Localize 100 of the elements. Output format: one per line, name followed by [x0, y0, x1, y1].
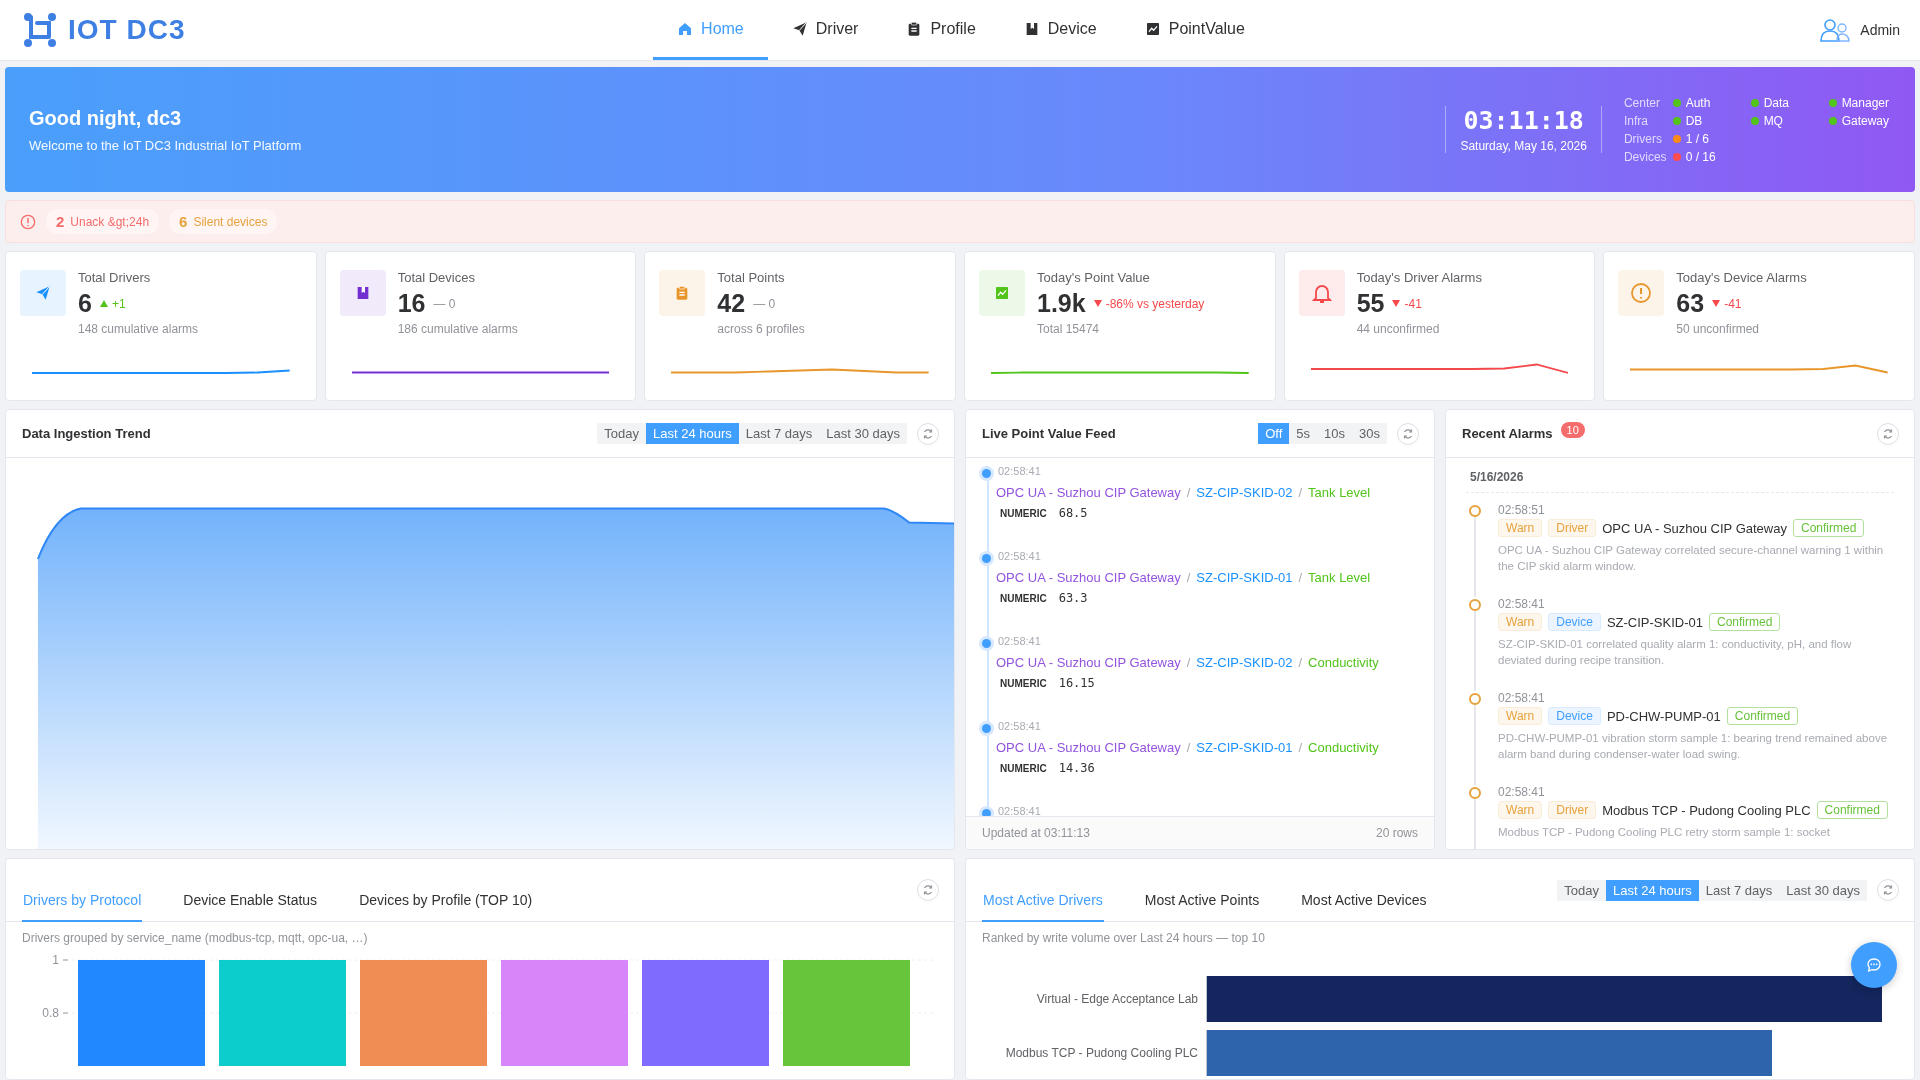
value-type: NUMERIC	[1000, 507, 1047, 519]
down-arrow-icon	[1392, 300, 1401, 307]
device-link[interactable]: SZ-CIP-SKID-02	[1196, 485, 1293, 500]
refresh-icon	[1882, 884, 1894, 896]
line-chart-icon	[1144, 20, 1161, 37]
range-option[interactable]: Today	[597, 423, 646, 444]
alarm-time: 02:58:41	[1498, 597, 1546, 611]
refresh-button[interactable]	[917, 879, 939, 901]
card-note: 148 cumulative alarms	[78, 322, 199, 336]
alarm-time: 02:58:41	[1498, 691, 1546, 705]
refresh-button[interactable]	[1397, 422, 1419, 445]
alarm-source: PD-CHW-PUMP-01	[1606, 708, 1721, 724]
source-tag: Driver	[1548, 519, 1597, 537]
alarm-source: Modbus TCP - Pudong Cooling PLC	[1602, 802, 1811, 818]
card-value: 63	[1676, 289, 1705, 318]
panel-title: Data Ingestion Trend	[22, 426, 152, 441]
date-text: Saturday, May 16, 2026	[1460, 139, 1587, 153]
status-text: Data	[1763, 95, 1789, 110]
card-title: Today's Device Alarms	[1676, 270, 1807, 285]
refresh-icon	[922, 427, 934, 440]
path-separator: /	[1298, 485, 1303, 500]
user-group-icon[interactable]	[1820, 18, 1851, 42]
status-text: 0 / 16	[1685, 149, 1716, 164]
delta-text: — 0	[753, 296, 776, 311]
alert-text: Unack &gt;24h	[70, 214, 150, 229]
path-separator: /	[1298, 740, 1303, 755]
source-tag: Driver	[1548, 801, 1597, 819]
refresh-button[interactable]	[1877, 879, 1899, 901]
up-arrow-icon	[99, 300, 108, 307]
timeline-dot	[982, 469, 991, 478]
chart-tab[interactable]: Most Active Points	[1143, 880, 1261, 922]
range-option[interactable]: Off	[1258, 423, 1290, 444]
user-name[interactable]: Admin	[1860, 22, 1900, 38]
range-option[interactable]: 10s	[1317, 423, 1353, 444]
nav-tab[interactable]: Device	[999, 0, 1121, 60]
timeline-dot	[1469, 693, 1481, 705]
status-text: 1 / 6	[1685, 131, 1709, 146]
chart-tab[interactable]: Most Active Devices	[1300, 880, 1428, 922]
card-value: 16	[397, 289, 426, 318]
range-option[interactable]: Last 30 days	[819, 423, 907, 444]
chart-subtitle: Ranked by write volume over Last 24 hours — top 10	[981, 930, 1266, 946]
nav-tab[interactable]: Home	[653, 0, 768, 60]
range-option[interactable]: Today	[1557, 879, 1606, 901]
nav-tab[interactable]: Profile	[882, 0, 1000, 60]
card-note: 50 unconfirmed	[1676, 322, 1761, 336]
range-option[interactable]: Last 24 hours	[646, 423, 739, 444]
path-separator: /	[1298, 570, 1303, 585]
alert-text: Silent devices	[193, 214, 268, 229]
driver-link[interactable]: OPC UA - Suzhou CIP Gateway	[996, 570, 1181, 585]
card-title: Today's Point Value	[1037, 270, 1151, 285]
device-link[interactable]: SZ-CIP-SKID-02	[1196, 655, 1293, 670]
chart-tab[interactable]: Drivers by Protocol	[22, 880, 143, 922]
driver-link[interactable]: OPC UA - Suzhou CIP Gateway	[996, 740, 1181, 755]
card-title: Today's Driver Alarms	[1356, 270, 1482, 285]
chart-tab[interactable]: Device Enable Status	[182, 880, 319, 922]
alert-count: 2	[56, 213, 65, 230]
entry-time: 02:58:41	[998, 550, 1042, 562]
path-separator: /	[1186, 740, 1191, 755]
nav-tab[interactable]: PointValue	[1120, 0, 1269, 60]
chart-tab[interactable]: Most Active Drivers	[982, 880, 1104, 922]
range-option[interactable]: 30s	[1352, 423, 1387, 444]
range-option[interactable]: Last 30 days	[1779, 879, 1867, 901]
entry-time: 02:58:41	[998, 720, 1042, 732]
entry-time: 02:58:41	[998, 465, 1042, 477]
card-value: 1.9k	[1037, 289, 1086, 318]
timeline-dot	[1469, 505, 1481, 517]
refresh-button[interactable]	[917, 422, 939, 445]
welcome-text: Welcome to the IoT DC3 Industrial IoT Platform	[29, 137, 303, 153]
card-title: Total Points	[717, 270, 786, 285]
logo-text: IOT DC3	[68, 14, 186, 46]
device-link[interactable]: SZ-CIP-SKID-01	[1196, 570, 1293, 585]
range-option[interactable]: 5s	[1289, 423, 1318, 444]
status-text: Auth	[1685, 95, 1711, 110]
alarm-message: SZ-CIP-SKID-01 correlated quality alarm 1: conductivity, pH, and flow deviated during recipe transition.	[1498, 637, 1853, 669]
range-option[interactable]: Last 7 days	[1698, 879, 1780, 901]
chart-tab[interactable]: Devices by Profile (TOP 10)	[358, 880, 534, 922]
status-tag: Confirmed	[1709, 613, 1781, 631]
nav-tab[interactable]: Driver	[767, 0, 883, 60]
point-value: 14.36	[1058, 761, 1095, 775]
refresh-icon	[1402, 427, 1414, 440]
alert-pill[interactable]: 2 Unack &gt;24h	[46, 209, 160, 234]
device-link[interactable]: SZ-CIP-SKID-01	[1196, 740, 1293, 755]
driver-link[interactable]: OPC UA - Suzhou CIP Gateway	[996, 485, 1181, 500]
alarm-source: OPC UA - Suzhou CIP Gateway	[1602, 520, 1787, 536]
path-separator: /	[1186, 655, 1191, 670]
range-option[interactable]: Last 24 hours	[1606, 879, 1699, 901]
range-option[interactable]: Last 7 days	[738, 423, 820, 444]
delta-text: -86% vs yesterday	[1105, 296, 1205, 311]
level-tag: Warn	[1498, 613, 1543, 631]
card-value: 42	[717, 289, 746, 318]
driver-link[interactable]: OPC UA - Suzhou CIP Gateway	[996, 655, 1181, 670]
source-tag: Device	[1548, 613, 1601, 631]
refresh-button[interactable]	[1877, 422, 1899, 445]
down-arrow-icon	[1093, 300, 1102, 307]
status-text: Manager	[1841, 95, 1889, 110]
date-heading: 5/16/2026	[1466, 470, 1894, 493]
timeline-dot	[982, 554, 991, 563]
status-tag: Confirmed	[1792, 519, 1865, 537]
updated-text: Updated at 03:11:13	[982, 826, 1090, 840]
status-text: Gateway	[1841, 113, 1889, 128]
